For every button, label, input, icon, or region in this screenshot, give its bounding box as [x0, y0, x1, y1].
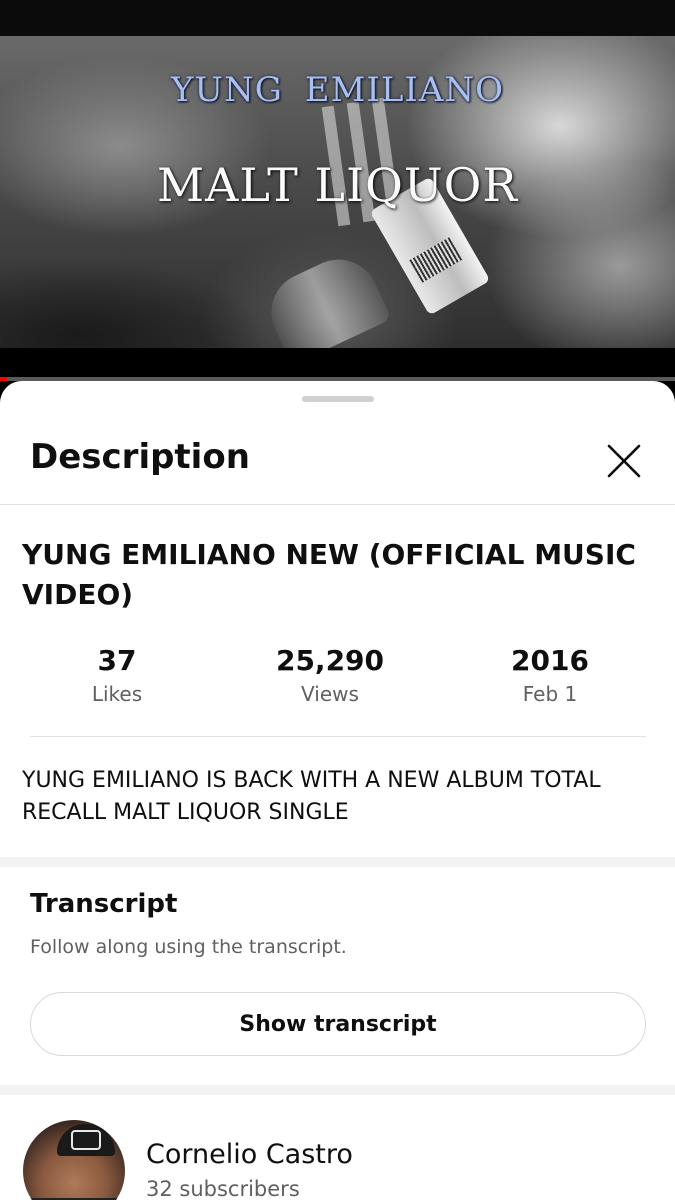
stat-views: 25,290 Views	[230, 643, 430, 709]
publish-year: 2016	[511, 644, 589, 677]
transcript-title: Transcript	[30, 889, 178, 919]
header-divider	[0, 504, 675, 505]
video-artist-overlay: YUNG EMILIANO	[170, 70, 505, 110]
channel-row[interactable]: Cornelio Castro 32 subscribers	[0, 1101, 675, 1200]
channel-subscribers: 32 subscribers	[146, 1177, 300, 1200]
section-separator	[0, 1085, 675, 1095]
avatar-cap	[57, 1124, 115, 1156]
transcript-subtitle: Follow along using the transcript.	[30, 936, 347, 958]
likes-label: Likes	[91, 682, 143, 706]
sheet-title: Description	[30, 437, 250, 477]
description-text: YUNG EMILIANO IS BACK WITH A NEW ALBUM T…	[22, 768, 601, 825]
publish-date: Feb 1	[522, 682, 578, 706]
close-button[interactable]	[604, 441, 644, 481]
video-player[interactable]: YUNG EMILIANO MALT LIQUOR	[0, 0, 675, 382]
section-separator	[0, 857, 675, 867]
description-sheet: Description YUNG EMILIANO NEW (OFFICIAL …	[0, 381, 675, 1200]
video-title: YUNG EMILIANO NEW (OFFICIAL MUSIC VIDEO)	[22, 538, 636, 611]
drag-handle[interactable]	[302, 396, 374, 402]
video-song-overlay: MALT LIQUOR	[157, 158, 518, 212]
video-progress-fill	[0, 377, 7, 381]
views-label: Views	[301, 682, 359, 706]
close-icon	[607, 444, 641, 478]
video-top-letterbox	[0, 0, 675, 36]
likes-count: 37	[97, 644, 137, 677]
channel-name[interactable]: Cornelio Castro	[146, 1139, 353, 1170]
views-count: 25,290	[275, 644, 385, 677]
channel-avatar[interactable]	[23, 1120, 125, 1200]
stats-divider	[30, 736, 646, 737]
stat-date: 2016 Feb 1	[450, 643, 650, 709]
stat-likes: 37 Likes	[17, 643, 217, 709]
show-transcript-button[interactable]: Show transcript	[30, 992, 646, 1056]
